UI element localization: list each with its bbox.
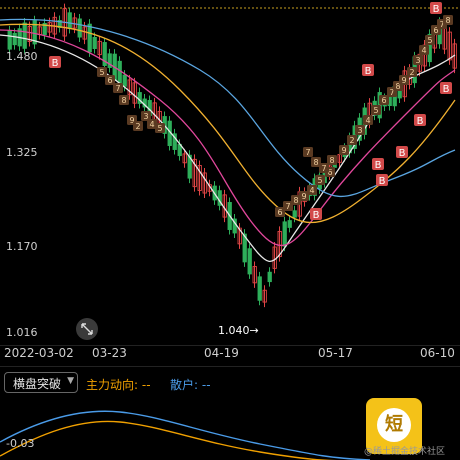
count-badge-label: 4 xyxy=(421,46,426,55)
buy-badge-label: B xyxy=(443,84,450,95)
candle-body xyxy=(87,23,92,53)
low-price-annotation: 1.040→ xyxy=(218,324,259,337)
buy-badge-label: B xyxy=(52,58,59,69)
count-badge-label: 8 xyxy=(293,196,298,205)
ma5-line xyxy=(0,34,456,262)
candle-body xyxy=(287,220,292,228)
count-badge-label: 7 xyxy=(285,202,290,211)
count-badge-label: 2 xyxy=(409,68,414,77)
buy-badge-label: B xyxy=(379,176,386,187)
candle-body xyxy=(7,30,12,50)
retail-label: 散户: -- xyxy=(170,378,211,392)
watermark: @稀土掘金技术社区 xyxy=(364,447,446,457)
count-badge-label: 5 xyxy=(99,68,104,77)
count-badge-label: 3 xyxy=(357,126,362,135)
count-badge-label: 8 xyxy=(313,158,318,167)
count-badge-label: 5 xyxy=(157,124,162,133)
candles-group xyxy=(7,3,457,308)
date-label-5: 06-10 xyxy=(420,346,455,360)
buy-badge-label: B xyxy=(417,116,424,127)
count-badge-label: 7 xyxy=(305,148,310,157)
signal-badges: BBBBBBBBB56789234 5678 9456787892345678923… xyxy=(49,2,453,221)
indicator-selector[interactable]: 横盘突破 ▼ xyxy=(4,372,78,393)
count-badge-label: 6 xyxy=(381,96,386,105)
count-badge-label: 5 xyxy=(317,176,322,185)
candle-body xyxy=(247,248,252,275)
price-label-1: 1.480 xyxy=(6,50,38,63)
indicator-selector-label: 横盘突破 xyxy=(13,377,62,391)
price-label-2: 1.325 xyxy=(6,146,38,159)
count-badge-label: 2 xyxy=(135,122,140,131)
main-flow-label: 主力动向: -- xyxy=(86,378,151,392)
buy-badge-label: B xyxy=(433,4,440,15)
indicator-bar: 横盘突破 ▼ 主力动向: -- 散户: -- xyxy=(0,368,460,398)
candle-body xyxy=(77,18,82,38)
candle-body xyxy=(12,32,17,46)
count-badge-label: 9 xyxy=(401,76,406,85)
candle-body xyxy=(267,271,272,283)
count-badge-label: 6 xyxy=(107,76,112,85)
zoom-button[interactable] xyxy=(76,318,98,340)
candle-body xyxy=(67,12,72,30)
count-badge-label: 4 xyxy=(149,120,154,129)
count-badge-label: 3 xyxy=(415,56,420,65)
count-badge-label: 9 xyxy=(301,192,306,201)
price-label-4: 1.016 xyxy=(6,326,38,339)
count-badge-label: 8 xyxy=(445,16,450,25)
ma20-line xyxy=(0,23,456,223)
count-badge-label: 7 xyxy=(115,84,120,93)
date-label-3: 04-19 xyxy=(204,346,239,360)
date-label-1: 2022-03-02 xyxy=(4,346,74,360)
subchart-axis-label: -0.03 xyxy=(6,437,35,450)
count-badge-label: 4 xyxy=(309,186,314,195)
buy-badge-label: B xyxy=(365,66,372,77)
candle-body xyxy=(257,276,262,301)
date-label-4: 05-17 xyxy=(318,346,353,360)
buy-badge-label: B xyxy=(313,210,320,221)
count-badge-label: 6 xyxy=(277,208,282,217)
price-chart[interactable]: BBBBBBBBB56789234 5678 9456787892345678923… xyxy=(0,0,460,345)
count-badge-label: 2 xyxy=(349,136,354,145)
date-axis: 2022-03-02 03-23 04-19 05-17 06-10 xyxy=(0,346,460,364)
indicator-divider xyxy=(0,366,460,367)
count-badge-label: 4 xyxy=(365,116,370,125)
date-label-2: 03-23 xyxy=(92,346,127,360)
price-label-3: 1.170 xyxy=(6,240,38,253)
moving-average-lines xyxy=(0,18,456,262)
count-badge-label: 5 xyxy=(373,106,378,115)
buy-badge-label: B xyxy=(399,148,406,159)
dropdown-arrow-icon: ▼ xyxy=(67,376,74,386)
count-badge-label: 5 xyxy=(427,36,432,45)
candle-body xyxy=(92,36,97,50)
buy-badge-label: B xyxy=(375,160,382,171)
candle-body xyxy=(292,210,297,218)
candle-body xyxy=(122,74,127,87)
short-glyph-icon: 短 xyxy=(377,408,411,442)
count-badge-label: 7 xyxy=(321,164,326,173)
count-badge-label: 8 xyxy=(121,96,126,105)
ma60-line xyxy=(0,18,456,198)
count-badge-label: 9 xyxy=(341,146,346,155)
candle-body xyxy=(22,22,27,49)
candle-body xyxy=(282,221,287,247)
count-badge-label: 8 xyxy=(329,156,334,165)
zoom-arrows-icon xyxy=(81,323,93,335)
